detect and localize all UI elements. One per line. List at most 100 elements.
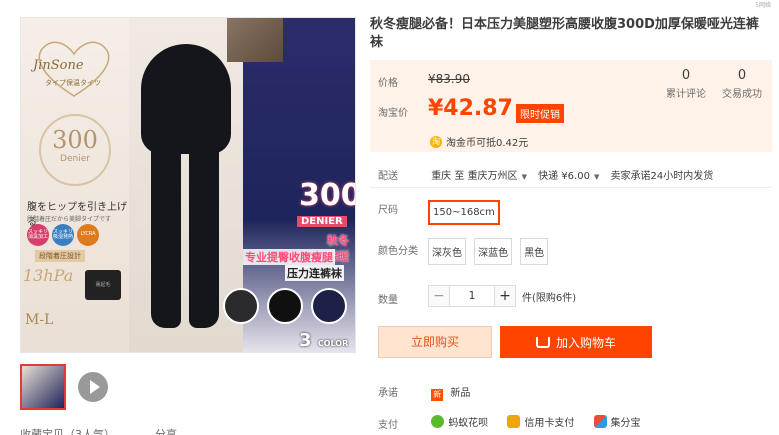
add-to-cart-button[interactable]: 加入购物车 xyxy=(500,326,652,358)
promise-row: 承诺 新 新品 xyxy=(378,384,470,401)
color-count-word: COLOR xyxy=(317,339,349,348)
denier-number: 300 xyxy=(52,126,98,154)
payment-label: 支付 xyxy=(378,420,398,431)
size-option[interactable]: 150~168cm xyxy=(428,200,500,225)
payment-row: 支付 蚂蚁花呗 信用卡支付 集分宝 xyxy=(378,414,657,431)
payment-method-credit-card[interactable]: 信用卡支付 xyxy=(507,414,574,429)
credit-card-icon xyxy=(507,415,521,428)
feature-badges: スッキリ 消臭加工 スッキリ 吸湿発熱 LYCRA xyxy=(27,224,99,246)
delivery-to: 重庆万州区 xyxy=(467,171,518,182)
feature-badge: LYCRA xyxy=(77,224,99,246)
promise-text: 新品 xyxy=(450,388,471,399)
denier-label: Denier xyxy=(60,154,90,164)
size-text: M-L xyxy=(25,312,54,328)
thumbnail-image[interactable] xyxy=(20,364,66,410)
promise-label: 承诺 xyxy=(378,388,398,399)
reviews-stat[interactable]: 0 累计评论 xyxy=(666,68,706,100)
promo-300: 300 xyxy=(299,178,356,213)
delivery-method-select[interactable]: 快递 ¥6.00 ▼ xyxy=(538,171,607,182)
color-row: 颜色分类 xyxy=(378,242,428,257)
thumbnail-strip xyxy=(20,364,108,410)
color-label: 颜色分类 xyxy=(378,246,418,257)
cart-icon xyxy=(535,336,550,348)
quantity-row: 数量 xyxy=(378,291,428,306)
video-play-button[interactable] xyxy=(78,372,108,402)
delivery-label: 配送 xyxy=(378,171,398,182)
reviews-label: 累计评论 xyxy=(666,89,706,100)
denier-seal: 300 Denier xyxy=(39,114,111,186)
delivery-row: 配送 重庆 至 重庆万州区 ▼ 快递 ¥6.00 ▼ 卖家承诺24小时内发货 xyxy=(378,167,713,182)
promo-line-3: 压力连裤袜 xyxy=(285,265,344,281)
orig-price-label: 价格 xyxy=(378,78,398,89)
packaging-panel: JinSone タイプ保温タイツ 300 Denier 腹をヒップを引き上げる … xyxy=(21,18,129,352)
size-options: 150~168cm xyxy=(428,200,503,225)
brand-name: JinSone xyxy=(33,58,84,73)
quantity-unit: 件(限购6件) xyxy=(522,292,577,304)
payment-method-jifenbao[interactable]: 集分宝 xyxy=(593,414,641,429)
quantity-label: 数量 xyxy=(378,295,398,306)
payment-method-name: 蚂蚁花呗 xyxy=(448,418,489,429)
delivery-promise: 卖家承诺24小时内发货 xyxy=(610,171,714,182)
orig-price: ¥83.90 xyxy=(428,72,470,86)
delivery-to-select[interactable]: 重庆万州区 ▼ xyxy=(468,171,535,182)
quantity-minus-button[interactable]: − xyxy=(428,285,450,307)
new-icon: 新 xyxy=(431,389,444,401)
taojinbi-row: 淘 淘金币可抵0.42元 xyxy=(430,134,528,149)
sales-count: 0 xyxy=(737,68,747,83)
quantity-plus-button[interactable]: + xyxy=(494,285,516,307)
main-product-image[interactable]: JinSone タイプ保温タイツ 300 Denier 腹をヒップを引き上げる … xyxy=(20,17,356,353)
model-right-leg xyxy=(189,138,219,328)
warm-tag: 段階着圧設計 xyxy=(35,250,85,262)
model-left-leg xyxy=(151,138,181,328)
price-box: 价格 ¥83.90 淘宝价 ¥42.87 限时促销 0 累计评论 0 交易成功 … xyxy=(370,60,772,152)
sale-price-label: 淘宝价 xyxy=(378,108,408,119)
color-option[interactable]: 深灰色 xyxy=(428,238,466,265)
sale-price: ¥42.87 xyxy=(428,96,513,121)
color-count: 3 COLOR xyxy=(299,330,348,351)
payment-method-huabei[interactable]: 蚂蚁花呗 xyxy=(431,414,488,429)
color-dot xyxy=(311,288,347,324)
divider xyxy=(370,187,772,188)
color-option[interactable]: 深蓝色 xyxy=(474,238,513,265)
reviews-count: 0 xyxy=(681,68,691,83)
buy-now-button[interactable]: 立即购买 xyxy=(378,326,492,358)
delivery-from: 重庆 至 xyxy=(431,171,465,182)
payment-method-name: 集分宝 xyxy=(610,418,641,429)
promo-badge: 限时促销 xyxy=(516,104,564,123)
huabei-icon xyxy=(431,415,445,428)
quantity-stepper: − 1 + 件(限购6件) xyxy=(428,285,576,307)
coin-text: 淘金币可抵0.42元 xyxy=(446,138,529,149)
quantity-input[interactable]: 1 xyxy=(450,285,494,307)
sales-stat: 0 交易成功 xyxy=(722,68,762,100)
delivery-method: 快递 ¥6.00 xyxy=(538,171,590,182)
jifenbao-icon xyxy=(593,415,607,428)
add-to-cart-label: 加入购物车 xyxy=(555,335,616,350)
feature-badge: スッキリ 吸湿発熱 xyxy=(52,224,74,246)
color-options: 深灰色 深蓝色 黑色 xyxy=(428,238,551,265)
color-option[interactable]: 黑色 xyxy=(520,238,549,265)
sales-label: 交易成功 xyxy=(722,89,762,100)
collect-link[interactable]: 收藏宝贝（3人气） xyxy=(20,426,115,435)
coin-icon: 淘 xyxy=(430,135,442,148)
play-icon xyxy=(89,380,100,394)
chevron-down-icon: ▼ xyxy=(593,173,600,181)
promo-denier: DENIER xyxy=(297,216,347,227)
share-link[interactable]: 分享 xyxy=(155,426,177,435)
brand-sub: タイプ保温タイツ xyxy=(45,79,101,87)
corner-note: 5网络 xyxy=(755,2,771,9)
promo-line-2: 专业提臀收腹瘦腿 xyxy=(243,249,335,265)
color-dot xyxy=(223,288,259,324)
collect-share-row: 收藏宝贝（3人气） 分享 xyxy=(20,426,177,435)
chevron-down-icon: ▼ xyxy=(521,173,527,181)
size-row: 尺码 xyxy=(378,201,428,216)
box-photo xyxy=(227,18,283,62)
size-label: 尺码 xyxy=(378,205,398,216)
payment-method-name: 信用卡支付 xyxy=(524,418,575,429)
color-dots xyxy=(223,288,347,324)
fabric-swatch: 裏起毛 xyxy=(85,270,121,300)
jp-subline: 段階着圧だから美脚タイプです xyxy=(27,216,112,223)
product-page: JinSone タイプ保温タイツ 300 Denier 腹をヒップを引き上げる … xyxy=(0,0,779,435)
color-dot xyxy=(267,288,303,324)
hpa-text: 13hPa xyxy=(23,266,74,285)
feature-badge: スッキリ 消臭加工 xyxy=(27,224,49,246)
